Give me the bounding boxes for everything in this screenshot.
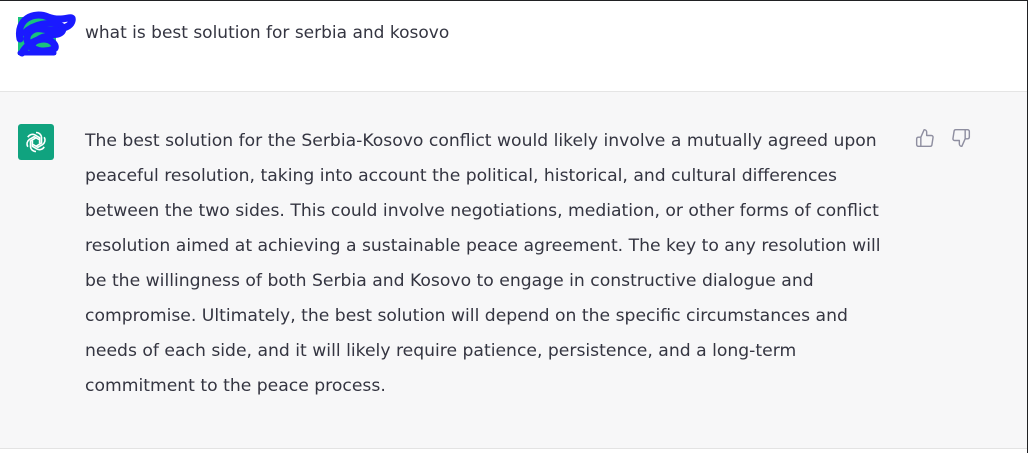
bottom-strip [0,449,1027,453]
thumbs-up-button[interactable] [914,127,936,149]
scribbled-user-avatar-icon [15,11,76,57]
user-message-row: what is best solution for serbia and kos… [0,1,1027,92]
thumbs-up-icon [915,128,934,148]
assistant-avatar [18,124,54,160]
thumbs-down-icon [952,128,971,148]
user-message-text: what is best solution for serbia and kos… [85,23,450,43]
assistant-message-row: The best solution for the Serbia-Kosovo … [0,92,1027,449]
feedback-controls [914,127,972,149]
user-avatar [14,9,76,57]
assistant-message-text: The best solution for the Serbia-Kosovo … [85,131,881,396]
openai-logo-icon [26,131,46,153]
chat-window: what is best solution for serbia and kos… [0,0,1028,453]
thumbs-down-button[interactable] [950,127,972,149]
